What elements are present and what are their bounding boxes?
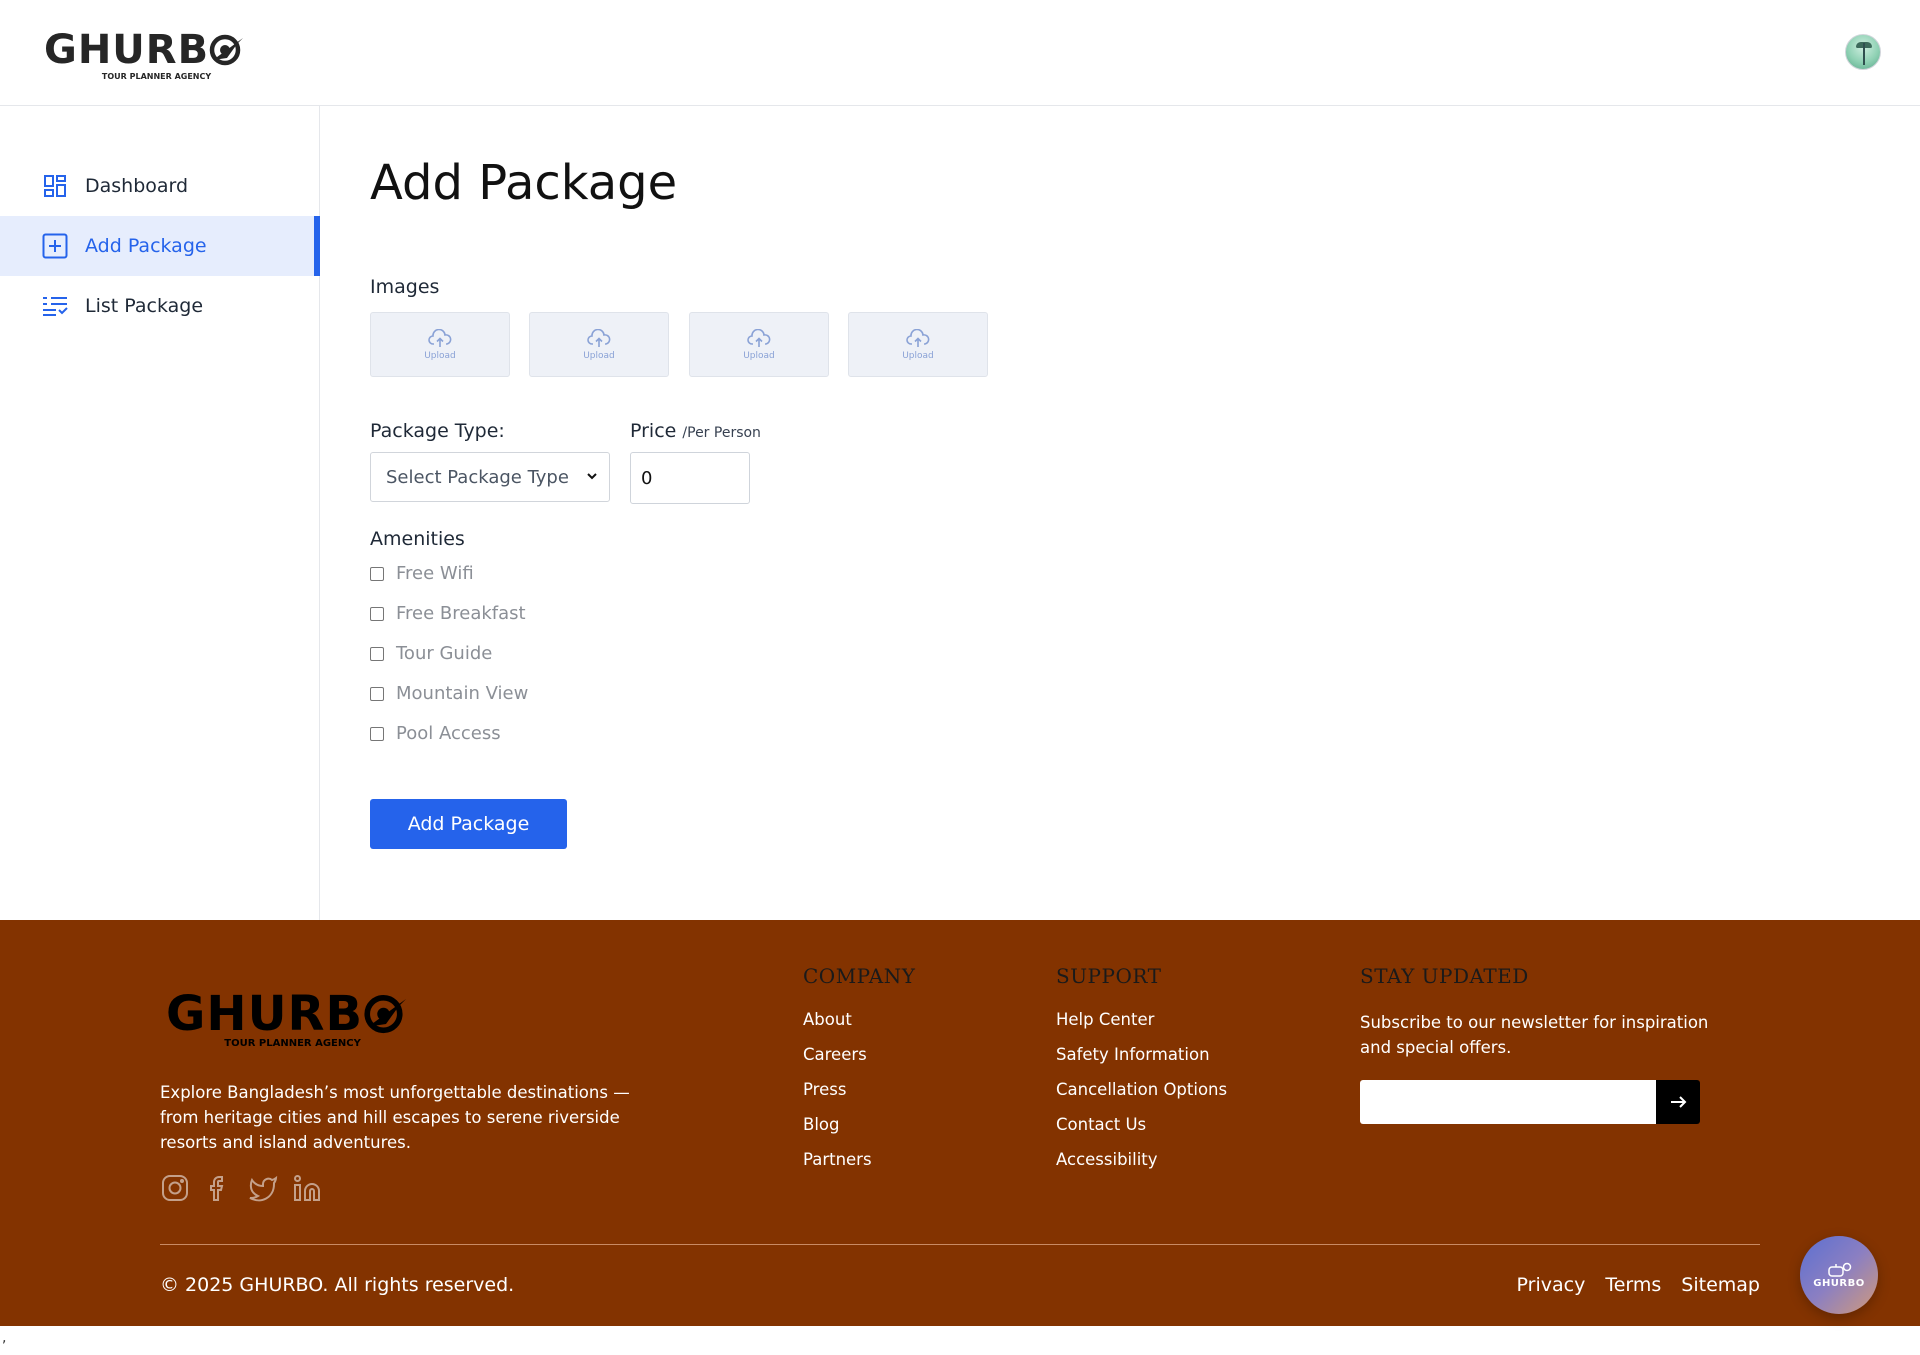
logo-wordmark: GHURB [166, 986, 364, 1042]
chat-fab-button[interactable]: GHURBO [1800, 1236, 1878, 1314]
page-title: Add Package [370, 155, 678, 211]
newsletter-submit-button[interactable] [1656, 1080, 1700, 1124]
package-type-value: Select Package Type [386, 466, 569, 488]
footer-link-safety[interactable]: Safety Information [1056, 1045, 1210, 1064]
globe-plane-icon [209, 34, 244, 66]
images-label: Images [370, 276, 440, 298]
social-links [160, 1173, 322, 1203]
cloud-upload-icon [747, 328, 771, 347]
footer-logo[interactable]: GHURB TOUR PLANNER AGENCY [166, 990, 409, 1049]
upload-label: Upload [743, 350, 775, 361]
twitter-icon[interactable] [248, 1173, 278, 1203]
checkbox[interactable] [370, 646, 384, 661]
sidebar-item-label: Add Package [85, 235, 207, 257]
price-unit: /Per Person [682, 425, 761, 441]
amenity-pool-access[interactable]: Pool Access [370, 723, 501, 744]
footer-link-careers[interactable]: Careers [803, 1045, 867, 1064]
amenity-tour-guide[interactable]: Tour Guide [370, 643, 492, 664]
chevron-down-icon [587, 473, 597, 480]
logo-tagline: TOUR PLANNER AGENCY [224, 1038, 361, 1049]
sidebar-item-add-package[interactable]: Add Package [0, 216, 320, 276]
stray-text: , [2, 1330, 7, 1346]
newsletter-email-input[interactable] [1360, 1080, 1656, 1124]
footer-link-terms[interactable]: Terms [1605, 1274, 1661, 1296]
price-label: Price /Per Person [630, 420, 761, 442]
footer-link-cancellation[interactable]: Cancellation Options [1056, 1080, 1227, 1099]
amenity-label: Mountain View [396, 683, 529, 704]
footer-link-accessibility[interactable]: Accessibility [1056, 1150, 1158, 1169]
cloud-upload-icon [587, 328, 611, 347]
footer-link-press[interactable]: Press [803, 1080, 846, 1099]
footer-link-blog[interactable]: Blog [803, 1115, 839, 1134]
copyright-text: © 2025 GHURBO. All rights reserved. [160, 1274, 515, 1296]
price-value: 0 [641, 467, 653, 489]
sidebar-item-list-package[interactable]: List Package [0, 276, 320, 336]
list-check-icon [42, 293, 68, 319]
add-package-button[interactable]: Add Package [370, 799, 567, 849]
footer: GHURB TOUR PLANNER AGENCY Explore Bangla… [0, 920, 1920, 1326]
amenity-label: Tour Guide [396, 643, 493, 664]
footer-link-sitemap[interactable]: Sitemap [1681, 1274, 1760, 1296]
footer-link-help-center[interactable]: Help Center [1056, 1010, 1154, 1029]
image-upload-1[interactable]: Upload [370, 312, 510, 377]
package-type-select[interactable]: Select Package Type [370, 452, 610, 502]
globe-plane-icon [364, 994, 407, 1034]
amenity-label: Free Breakfast [396, 603, 526, 624]
amenity-mountain-view[interactable]: Mountain View [370, 683, 528, 704]
newsletter-heading: STAY UPDATED [1360, 964, 1529, 988]
checkbox[interactable] [370, 726, 384, 741]
amenity-free-wifi[interactable]: Free Wifi [370, 563, 474, 584]
footer-description: Explore Bangladesh’s most unforgettable … [160, 1083, 630, 1152]
footer-link-contact[interactable]: Contact Us [1056, 1115, 1146, 1134]
user-avatar[interactable] [1845, 34, 1881, 70]
checkbox[interactable] [370, 566, 384, 581]
brand-logo[interactable]: GHURB TOUR PLANNER AGENCY [44, 30, 245, 81]
dashboard-icon [42, 173, 68, 199]
sidebar-item-dashboard[interactable]: Dashboard [0, 156, 320, 216]
amenity-label: Free Wifi [396, 563, 474, 584]
amenities-label: Amenities [370, 528, 465, 550]
image-upload-2[interactable]: Upload [529, 312, 669, 377]
fab-label: GHURBO [1813, 1277, 1865, 1289]
plus-square-icon [42, 233, 68, 259]
logo-wordmark: GHURB [44, 27, 210, 73]
company-heading: COMPANY [803, 964, 916, 988]
cloud-upload-icon [428, 328, 452, 347]
legal-links: Privacy Terms Sitemap [1517, 1274, 1760, 1296]
sidebar-item-label: Dashboard [85, 175, 189, 197]
newsletter-text: Subscribe to our newsletter for inspirat… [1360, 1013, 1709, 1057]
amenity-free-breakfast[interactable]: Free Breakfast [370, 603, 526, 624]
logo-tagline: TOUR PLANNER AGENCY [101, 72, 212, 81]
linkedin-icon[interactable] [292, 1173, 322, 1203]
footer-link-about[interactable]: About [803, 1010, 852, 1029]
top-navbar: GHURB TOUR PLANNER AGENCY [0, 0, 1920, 106]
cloud-upload-icon [906, 328, 930, 347]
instagram-icon[interactable] [160, 1173, 190, 1203]
sidebar: Dashboard Add Package List Package [0, 106, 320, 920]
price-input[interactable]: 0 [630, 452, 750, 504]
upload-label: Upload [902, 350, 934, 361]
image-upload-4[interactable]: Upload [848, 312, 988, 377]
package-type-label: Package Type: [370, 420, 505, 442]
upload-label: Upload [424, 350, 456, 361]
price-label-text: Price [630, 420, 677, 442]
footer-link-partners[interactable]: Partners [803, 1150, 872, 1169]
footer-link-privacy[interactable]: Privacy [1517, 1274, 1586, 1296]
facebook-icon[interactable] [204, 1173, 234, 1203]
sidebar-item-label: List Package [85, 295, 204, 317]
arrow-right-icon [1671, 1096, 1687, 1108]
image-upload-3[interactable]: Upload [689, 312, 829, 377]
amenity-label: Pool Access [396, 723, 501, 744]
checkbox[interactable] [370, 686, 384, 701]
upload-label: Upload [583, 350, 615, 361]
checkbox[interactable] [370, 606, 384, 621]
footer-divider [160, 1244, 1760, 1245]
support-heading: SUPPORT [1056, 964, 1162, 988]
bot-icon [1828, 1262, 1852, 1277]
